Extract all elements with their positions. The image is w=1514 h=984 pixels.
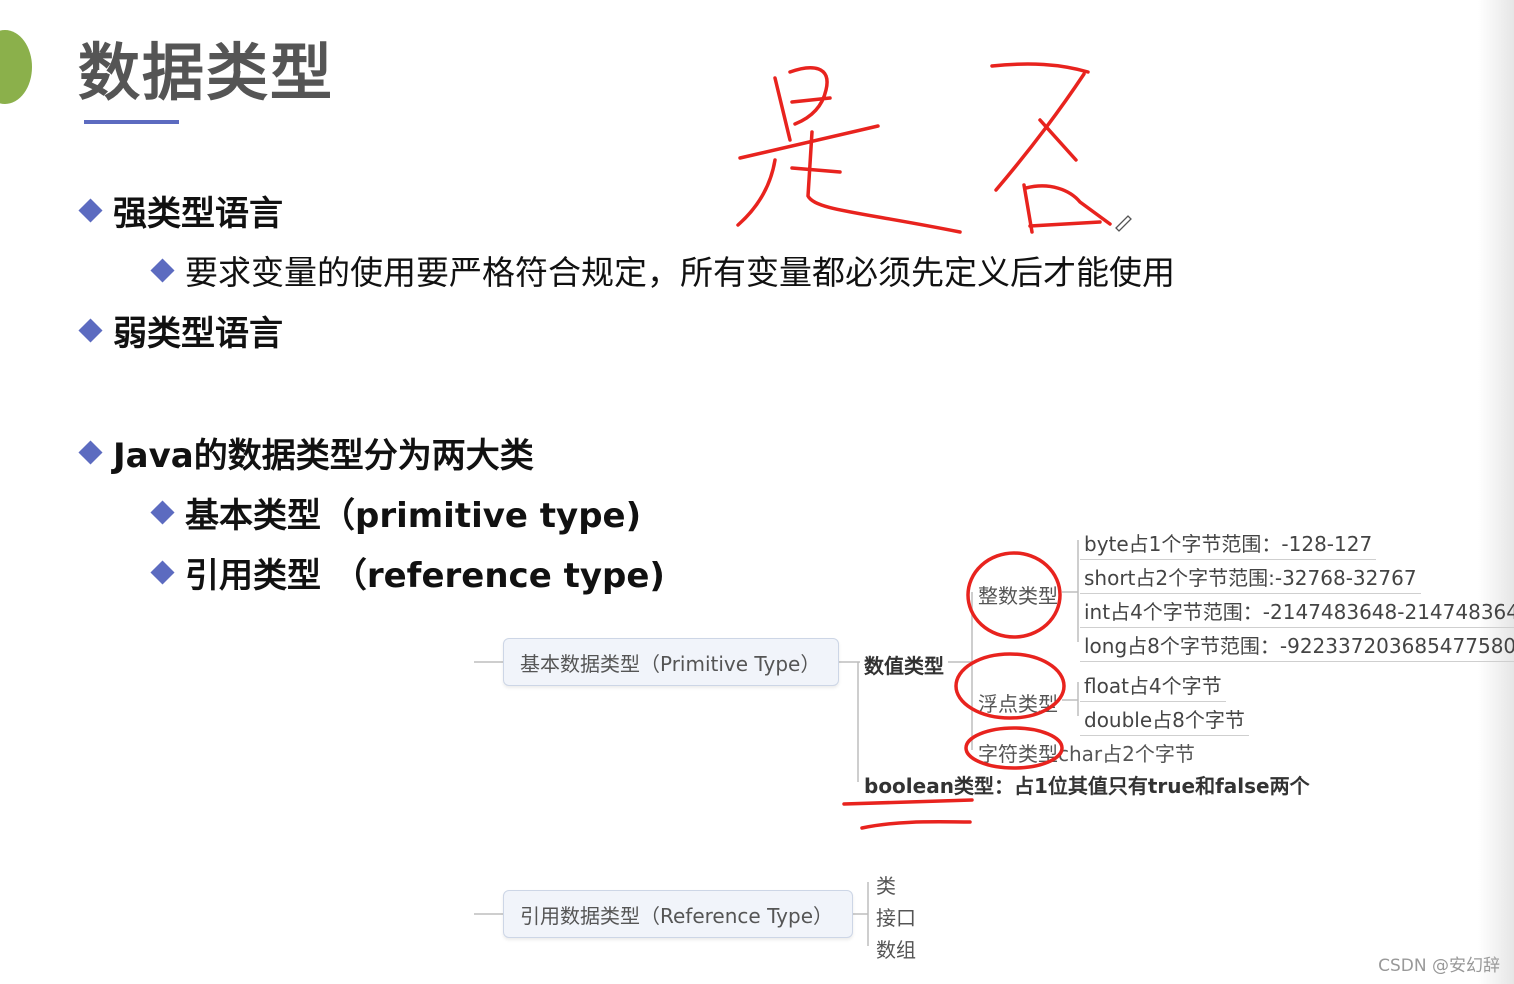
handwritten-annotation — [736, 62, 1132, 830]
csdn-watermark: CSDN @安幻辞 — [1378, 956, 1500, 976]
